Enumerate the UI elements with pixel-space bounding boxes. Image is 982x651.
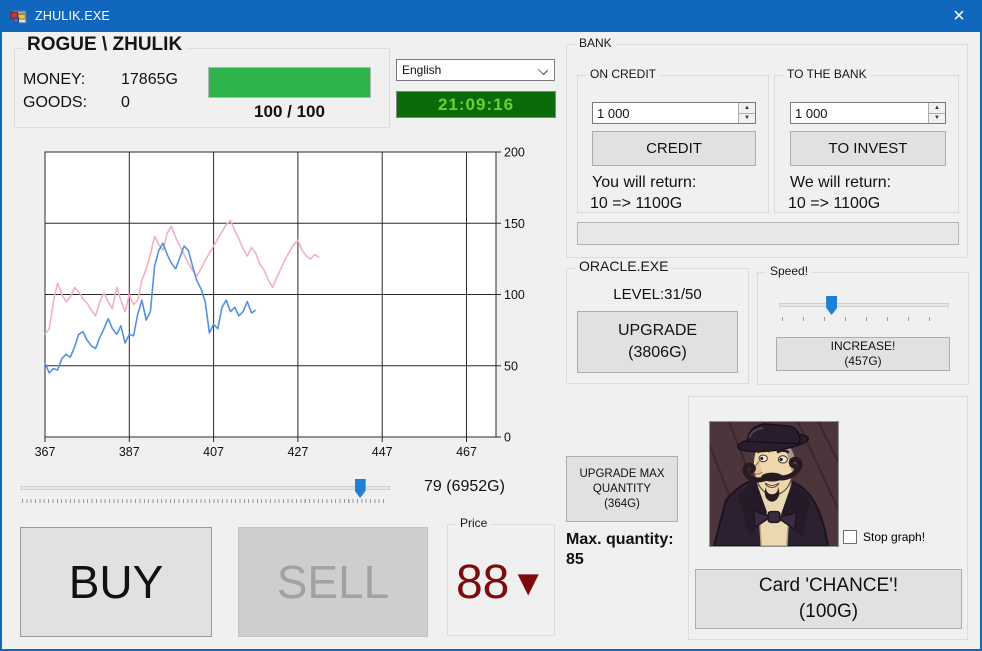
speed-slider-track[interactable] (779, 303, 949, 307)
svg-text:387: 387 (119, 445, 140, 459)
speed-increase-button[interactable]: INCREASE! (457G) (776, 337, 950, 371)
capacity-progress-fill (209, 68, 370, 97)
credit-button[interactable]: CREDIT (592, 131, 756, 166)
player-panel-title: ROGUE \ ZHULIK (23, 35, 186, 55)
spin-up-icon[interactable]: ▲ (739, 103, 755, 114)
credit-panel-title: ON CREDIT (586, 68, 660, 81)
chevron-down-icon (538, 65, 548, 75)
checkbox-box-icon[interactable] (843, 530, 857, 544)
price-chart: 367 387 407 427 447 467 0 50 100 150 200 (16, 140, 526, 465)
quantity-slider-thumb[interactable] (355, 479, 366, 498)
price-panel-title: Price (456, 517, 491, 530)
quantity-slider-ticks (22, 499, 386, 503)
credit-note-line1: You will return: (592, 174, 696, 192)
credit-amount-stepper[interactable]: ▲ ▼ (592, 102, 756, 124)
titlebar[interactable]: ZHULIK.EXE × (0, 0, 982, 32)
spin-up-icon[interactable]: ▲ (929, 103, 945, 114)
upgrade-max-line2: QUANTITY (593, 482, 651, 497)
price-value: 88 (456, 555, 509, 610)
language-select[interactable]: English (396, 59, 555, 81)
svg-text:407: 407 (203, 445, 224, 459)
chance-card-button[interactable]: Card 'CHANCE'! (100G) (695, 569, 962, 629)
language-selected: English (402, 63, 441, 77)
bank-panel: BANK ON CREDIT ▲ ▼ CREDIT You will retur… (566, 44, 968, 258)
app-window: ZHULIK.EXE × ROGUE \ ZHULIK MONEY: 17865… (0, 0, 982, 651)
buy-button[interactable]: BUY (20, 527, 212, 637)
window-title: ZHULIK.EXE (35, 9, 110, 23)
max-quantity-value: 85 (566, 551, 584, 569)
clock-display: 21:09:16 (396, 91, 556, 118)
stop-graph-label: Stop graph! (863, 530, 925, 544)
spin-down-icon[interactable]: ▼ (739, 114, 755, 124)
invest-panel: TO THE BANK ▲ ▼ TO INVEST We will return… (774, 75, 959, 213)
speed-panel-title: Speed! (766, 265, 812, 278)
svg-text:447: 447 (372, 445, 393, 459)
spin-down-icon[interactable]: ▼ (929, 114, 945, 124)
bank-progressbar (577, 222, 959, 245)
buy-button-label: BUY (69, 555, 164, 609)
price-panel: Price 88 ▼ (447, 524, 555, 636)
upgrade-max-line1: UPGRADE MAX (580, 467, 665, 482)
goods-value: 0 (121, 94, 130, 112)
chance-card-label: Card 'CHANCE'! (759, 573, 898, 599)
credit-note-line2: 10 => 1100G (590, 195, 682, 213)
svg-text:100: 100 (504, 288, 525, 302)
speed-increase-label: INCREASE! (831, 339, 896, 354)
quantity-slider-track[interactable] (20, 486, 390, 490)
close-icon[interactable]: × (936, 0, 982, 32)
invest-amount-input[interactable] (791, 103, 928, 123)
credit-amount-input[interactable] (593, 103, 738, 123)
chance-panel: Stop graph! Card 'CHANCE'! (100G) (688, 396, 968, 640)
price-down-arrow-icon: ▼ (510, 562, 546, 604)
clock-time: 21:09:16 (438, 95, 514, 115)
oracle-panel-title: ORACLE.EXE (575, 260, 672, 273)
svg-text:150: 150 (504, 217, 525, 231)
credit-panel: ON CREDIT ▲ ▼ CREDIT You will return: 10… (577, 75, 769, 213)
svg-text:427: 427 (287, 445, 308, 459)
invest-note-line2: 10 => 1100G (788, 195, 880, 213)
goods-label: GOODS: (23, 94, 87, 112)
svg-text:200: 200 (504, 146, 525, 160)
credit-button-label: CREDIT (646, 140, 702, 157)
chance-card-cost: (100G) (799, 599, 858, 625)
oracle-upgrade-cost: (3806G) (628, 342, 687, 364)
max-quantity-caption: Max. quantity: (566, 531, 674, 549)
invest-amount-stepper[interactable]: ▲ ▼ (790, 102, 946, 124)
money-label: MONEY: (23, 71, 85, 89)
invest-panel-title: TO THE BANK (783, 68, 871, 81)
oracle-level: LEVEL:31/50 (567, 286, 748, 303)
svg-text:50: 50 (504, 359, 518, 373)
svg-text:467: 467 (456, 445, 477, 459)
app-icon (10, 8, 27, 25)
speed-increase-cost: (457G) (844, 354, 881, 369)
svg-text:0: 0 (504, 431, 511, 445)
capacity-text: 100 / 100 (208, 102, 371, 122)
invest-button-label: TO INVEST (829, 140, 908, 157)
oracle-upgrade-label: UPGRADE (618, 320, 697, 342)
speed-slider-ticks (782, 317, 948, 321)
svg-text:367: 367 (35, 445, 56, 459)
sell-button[interactable]: SELL (238, 527, 428, 637)
quantity-label: 79 (6952G) (424, 478, 505, 496)
upgrade-max-quantity-button[interactable]: UPGRADE MAX QUANTITY (364G) (566, 456, 678, 522)
oracle-panel: ORACLE.EXE LEVEL:31/50 UPGRADE (3806G) (566, 268, 749, 384)
invest-note-line1: We will return: (790, 174, 891, 192)
bank-panel-title: BANK (575, 37, 616, 50)
money-value: 17865G (121, 71, 178, 89)
invest-button[interactable]: TO INVEST (790, 131, 946, 166)
player-panel: ROGUE \ ZHULIK MONEY: 17865G GOODS: 0 10… (14, 48, 390, 128)
speed-panel: Speed! INCREASE! (457G) (757, 272, 969, 385)
dealer-portrait (709, 421, 839, 547)
oracle-upgrade-button[interactable]: UPGRADE (3806G) (577, 311, 738, 373)
capacity-progressbar (208, 67, 371, 98)
upgrade-max-cost: (364G) (604, 497, 640, 512)
stop-graph-checkbox[interactable]: Stop graph! (843, 530, 925, 544)
sell-button-label: SELL (277, 555, 390, 609)
speed-slider-thumb[interactable] (826, 296, 837, 315)
